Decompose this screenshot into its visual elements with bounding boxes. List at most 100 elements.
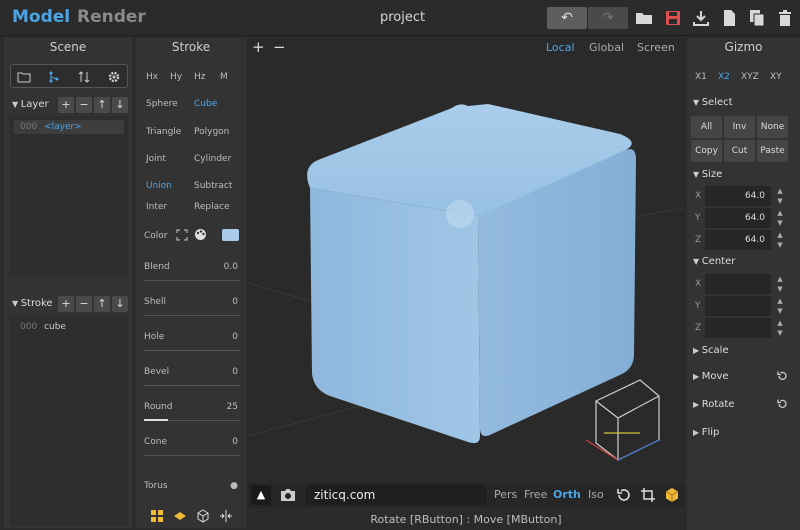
select-none-button[interactable]: None [757, 116, 788, 138]
hierarchy-icon[interactable] [47, 70, 61, 84]
stroke-section-title[interactable]: ▼ Stroke [12, 298, 53, 309]
redo-button[interactable]: ↷ [588, 7, 628, 29]
symmetry-m[interactable]: M [220, 72, 228, 82]
center-z-stepper[interactable]: ▲ ▼ [773, 318, 787, 338]
copy-button[interactable]: Copy [691, 140, 722, 162]
paste-button[interactable]: Paste [757, 140, 788, 162]
layer-down-button[interactable]: ↓ [112, 97, 128, 113]
primitive-polygon[interactable]: Polygon [194, 127, 229, 137]
box-tool-icon[interactable] [196, 509, 210, 523]
size-x-stepper[interactable]: ▲ ▼ [773, 186, 787, 206]
stroke-add-button[interactable]: + [58, 296, 74, 312]
save-icon[interactable] [663, 8, 683, 28]
palette-icon[interactable] [194, 228, 207, 241]
layer-up-button[interactable]: ↑ [94, 97, 110, 113]
axis-x2[interactable]: X2 [718, 72, 730, 82]
layer-section-title[interactable]: ▼ Layer [12, 99, 49, 110]
size-z-field[interactable]: 64.0 [705, 230, 771, 250]
plane-tool-icon[interactable] [173, 509, 187, 523]
viewport-3d[interactable]: + − Local Global Screen [248, 38, 684, 508]
camera-icon[interactable] [279, 487, 297, 503]
layer-add-button[interactable]: + [58, 97, 74, 113]
size-y-field[interactable]: 64.0 [705, 208, 771, 228]
color-swatch[interactable] [222, 229, 239, 241]
frame-icon[interactable] [640, 487, 656, 503]
url-field[interactable]: ziticq.com [306, 485, 486, 505]
gear-icon[interactable] [107, 70, 121, 84]
duplicate-icon[interactable] [747, 8, 767, 28]
primitive-cube[interactable]: Cube [194, 99, 217, 109]
center-x-field[interactable] [705, 274, 771, 294]
param-shell-slider[interactable] [144, 315, 240, 316]
rotate-section-title[interactable]: ▶ Rotate [693, 399, 734, 410]
mode-model-tab[interactable]: Model [12, 7, 70, 27]
param-hole-slider[interactable] [144, 350, 240, 351]
select-section-title[interactable]: ▼ Select [693, 97, 733, 108]
param-blend-slider[interactable] [144, 280, 240, 281]
eyedropper-icon[interactable] [176, 229, 188, 241]
param-bevel-slider[interactable] [144, 385, 240, 386]
layer-remove-button[interactable]: − [76, 97, 92, 113]
zoom-out-button[interactable]: − [273, 38, 286, 56]
mirror-tool-icon[interactable] [219, 509, 233, 523]
stroke-up-button[interactable]: ↑ [94, 296, 110, 312]
size-x-field[interactable]: 64.0 [705, 186, 771, 206]
op-union[interactable]: Union [146, 181, 172, 191]
folder-icon[interactable] [17, 70, 31, 84]
cut-button[interactable]: Cut [724, 140, 755, 162]
stroke-down-button[interactable]: ↓ [112, 296, 128, 312]
scale-section-title[interactable]: ▶ Scale [693, 345, 729, 356]
center-y-stepper[interactable]: ▲ ▼ [773, 296, 787, 316]
axis-x1[interactable]: X1 [695, 72, 707, 82]
proj-orth[interactable]: Orth [553, 488, 581, 501]
symmetry-hx[interactable]: Hx [146, 72, 158, 82]
center-y-field[interactable] [705, 296, 771, 316]
zoom-in-button[interactable]: + [252, 38, 265, 56]
size-y-stepper[interactable]: ▲ ▼ [773, 208, 787, 228]
select-all-button[interactable]: All [691, 116, 722, 138]
param-cone-slider[interactable] [144, 455, 240, 456]
param-round-slider[interactable] [144, 419, 240, 421]
axis-xyz[interactable]: XYZ [741, 72, 759, 82]
new-file-icon[interactable] [719, 8, 739, 28]
flip-section-title[interactable]: ▶ Flip [693, 427, 719, 438]
center-x-stepper[interactable]: ▲ ▼ [773, 274, 787, 294]
axis-xy[interactable]: XY [770, 72, 782, 82]
space-local[interactable]: Local [546, 41, 575, 54]
triangle-icon[interactable]: ▲ [251, 485, 271, 505]
proj-pers[interactable]: Pers [494, 488, 517, 501]
op-subtract[interactable]: Subtract [194, 181, 232, 191]
size-section-title[interactable]: ▼ Size [693, 169, 722, 180]
op-replace[interactable]: Replace [194, 202, 230, 212]
reset-view-icon[interactable] [616, 487, 632, 503]
move-section-title[interactable]: ▶ Move [693, 371, 729, 382]
op-inter[interactable]: Inter [146, 202, 167, 212]
primitive-cylinder[interactable]: Cylinder [194, 154, 231, 164]
center-section-title[interactable]: ▼ Center [693, 256, 735, 267]
space-screen[interactable]: Screen [637, 41, 675, 54]
reset-move-icon[interactable] [776, 370, 788, 382]
proj-free[interactable]: Free [524, 488, 547, 501]
reset-rotate-icon[interactable] [776, 398, 788, 410]
undo-button[interactable]: ↶ [547, 7, 587, 29]
stroke-row[interactable]: 000 cube [14, 320, 124, 334]
symmetry-hy[interactable]: Hy [170, 72, 182, 82]
stroke-remove-button[interactable]: − [76, 296, 92, 312]
mode-render-tab[interactable]: Render [77, 7, 146, 27]
layer-row[interactable]: 000 <layer> [14, 120, 124, 134]
proj-iso[interactable]: Iso [588, 488, 604, 501]
space-global[interactable]: Global [589, 41, 624, 54]
open-folder-icon[interactable] [634, 8, 654, 28]
primitive-triangle[interactable]: Triangle [146, 127, 181, 137]
sort-icon[interactable] [77, 70, 91, 84]
symmetry-hz[interactable]: Hz [194, 72, 206, 82]
cube-object[interactable] [307, 104, 636, 444]
primitive-joint[interactable]: Joint [146, 154, 166, 164]
cube-view-icon[interactable] [664, 487, 680, 503]
primitive-sphere[interactable]: Sphere [146, 99, 178, 109]
download-icon[interactable] [691, 8, 711, 28]
grid-tool-icon[interactable] [150, 509, 164, 523]
size-z-stepper[interactable]: ▲ ▼ [773, 230, 787, 250]
orientation-gizmo[interactable] [585, 379, 660, 461]
center-z-field[interactable] [705, 318, 771, 338]
